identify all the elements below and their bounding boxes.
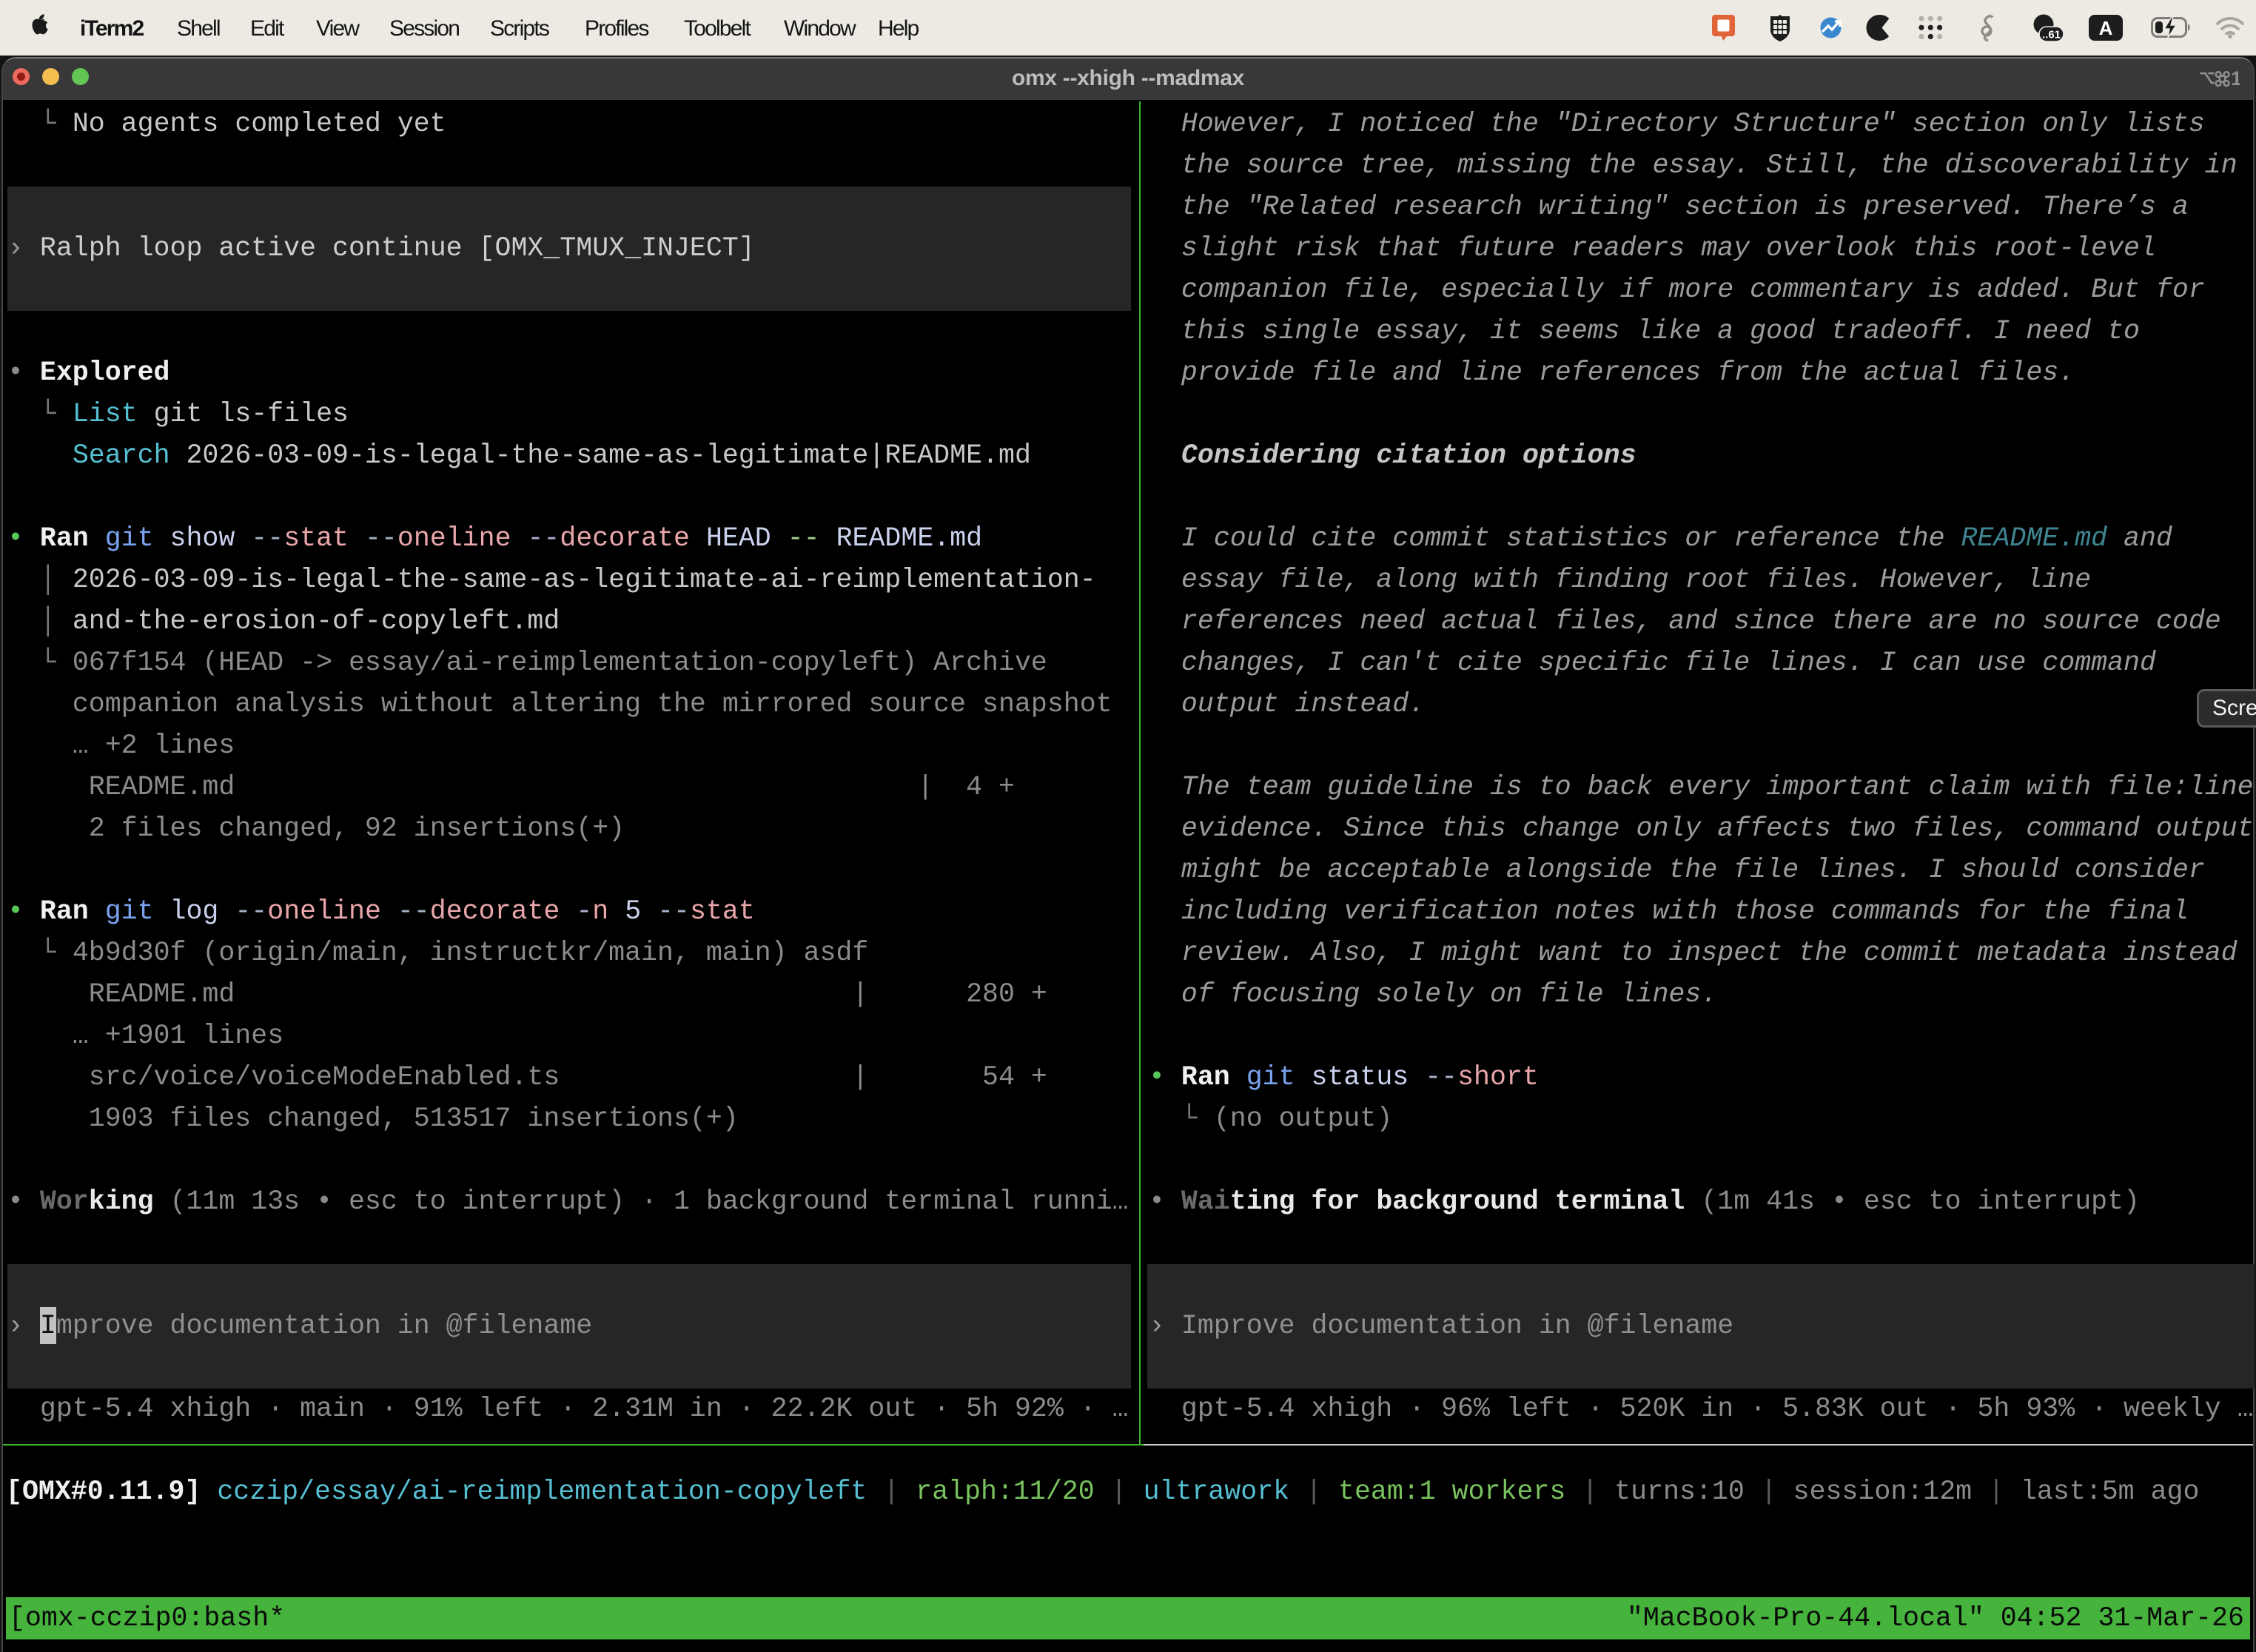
svg-text:A: A — [2099, 17, 2113, 39]
svg-text:1: 1 — [2231, 67, 2240, 90]
svg-text:..61: ..61 — [2042, 29, 2061, 41]
